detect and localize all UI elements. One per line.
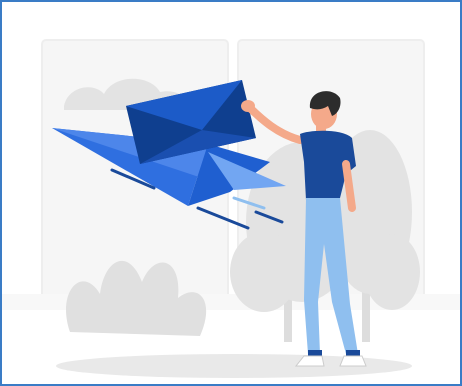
send-mail-illustration bbox=[2, 39, 460, 378]
illustration-frame bbox=[0, 0, 462, 386]
